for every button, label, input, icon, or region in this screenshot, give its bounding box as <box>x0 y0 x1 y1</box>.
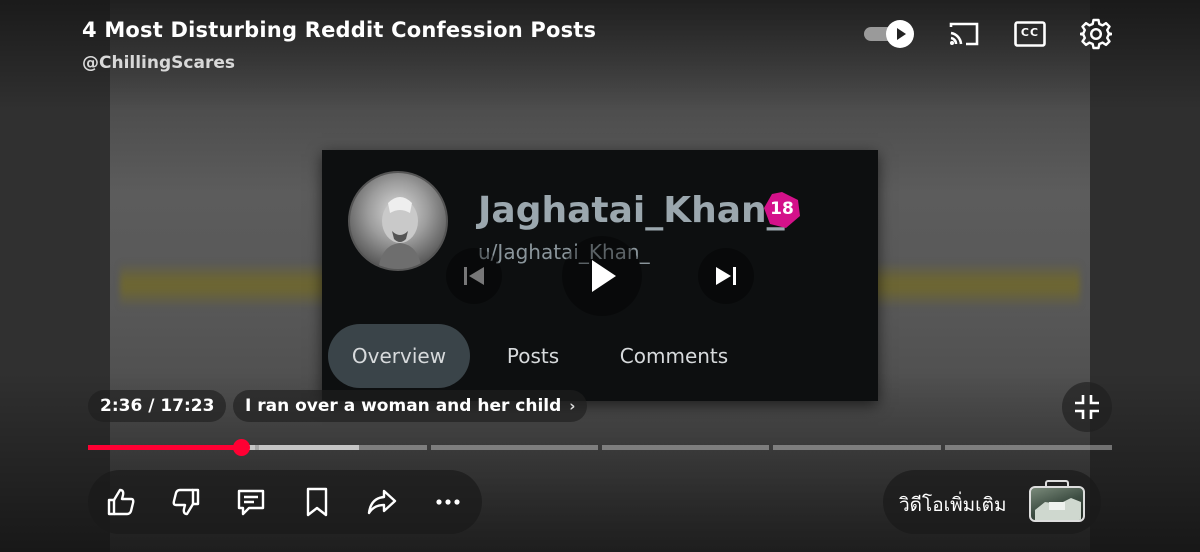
progress-bar[interactable] <box>88 439 1112 456</box>
scrubber-handle[interactable] <box>232 439 250 456</box>
thumbs-down-icon <box>172 488 200 516</box>
next-button[interactable] <box>698 248 754 304</box>
time-display: 2:36 / 17:23 <box>88 390 227 422</box>
tab-label: Overview <box>351 344 447 368</box>
chapter-segment <box>602 445 770 450</box>
play-button[interactable] <box>562 236 642 316</box>
reddit-username: Jaghatai_Khan_ <box>478 190 785 231</box>
played-bar <box>88 445 241 450</box>
channel-name[interactable]: @ChillingScares <box>82 53 235 73</box>
duration: 17:23 <box>160 396 215 416</box>
share-icon <box>367 489 397 515</box>
skip-next-icon <box>716 267 736 285</box>
play-icon <box>592 260 616 292</box>
thumbs-up-icon <box>107 488 135 516</box>
gear-icon <box>1080 18 1112 50</box>
comments-button[interactable] <box>231 482 271 522</box>
dislike-button[interactable] <box>166 482 206 522</box>
cast-icon <box>949 22 979 46</box>
exit-fullscreen-icon <box>1075 395 1099 419</box>
current-time: 2:36 <box>100 396 143 416</box>
cast-button[interactable] <box>946 16 982 52</box>
chapter-segment <box>430 445 598 450</box>
chapter-segment <box>944 445 1112 450</box>
more-options-button[interactable] <box>428 482 468 522</box>
comment-icon <box>237 489 265 516</box>
share-button[interactable] <box>362 482 402 522</box>
avatar <box>348 171 448 271</box>
previous-button[interactable] <box>446 248 502 304</box>
save-button[interactable] <box>297 482 337 522</box>
more-videos-thumbnail <box>1029 486 1085 522</box>
skip-previous-icon <box>464 267 484 285</box>
action-bar <box>88 470 482 534</box>
chapter-segment <box>773 445 941 450</box>
video-player[interactable]: Jaghatai_Khan_ 18 u/Jaghatai_Khan_ Overv… <box>0 0 1200 552</box>
captions-button[interactable]: CC <box>1012 16 1048 52</box>
tab-posts: Posts <box>492 324 574 388</box>
play-icon <box>897 28 906 40</box>
autoplay-toggle[interactable] <box>864 18 916 48</box>
chevron-right-icon: › <box>569 397 576 415</box>
more-videos-label: วิดีโอเพิ่มเติม <box>899 494 1007 516</box>
autoplay-knob <box>886 20 914 48</box>
more-videos-button[interactable]: วิดีโอเพิ่มเติม <box>883 470 1101 534</box>
settings-button[interactable] <box>1078 16 1114 52</box>
tab-label: Comments <box>619 344 729 368</box>
bookmark-icon <box>306 487 328 517</box>
chapter-title: I ran over a woman and her child <box>245 396 562 416</box>
like-button[interactable] <box>101 482 141 522</box>
exit-fullscreen-button[interactable] <box>1062 382 1112 432</box>
tab-overview: Overview <box>328 324 470 388</box>
video-title: 4 Most Disturbing Reddit Confession Post… <box>82 18 597 42</box>
tab-comments: Comments <box>608 324 740 388</box>
nsfw-badge: 18 <box>762 190 802 230</box>
chapter-button[interactable]: I ran over a woman and her child › <box>233 390 588 422</box>
nsfw-badge-label: 18 <box>770 199 794 219</box>
time-separator: / <box>142 396 161 416</box>
tab-label: Posts <box>506 344 560 368</box>
more-horizontal-icon <box>436 499 460 505</box>
cc-label: CC <box>1020 26 1040 39</box>
avatar-portrait <box>378 197 422 269</box>
